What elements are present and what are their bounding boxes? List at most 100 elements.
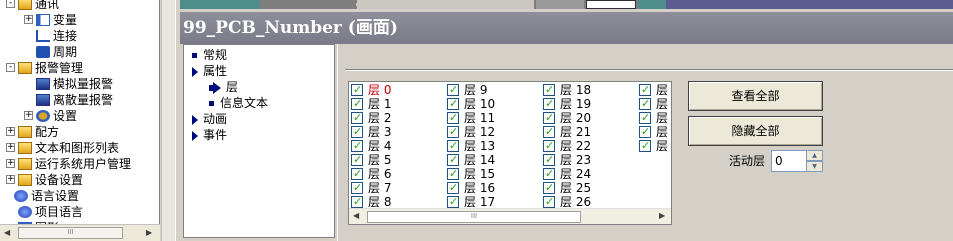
tree-item-label: 语言设置 bbox=[31, 189, 80, 203]
active-layer-label: 活动层 bbox=[729, 154, 766, 168]
layer-visible-checkbox[interactable] bbox=[543, 97, 555, 111]
tree-item-label: 模拟量报警 bbox=[53, 77, 114, 91]
layer-label: 层 7 bbox=[368, 181, 392, 195]
tree-item[interactable]: - 通讯 bbox=[6, 0, 59, 12]
tree-item[interactable]: + 设置 bbox=[24, 108, 77, 124]
nav-item[interactable]: 属性 bbox=[192, 63, 227, 79]
layer-visible-checkbox[interactable] bbox=[351, 97, 363, 111]
layer-visible-checkbox[interactable] bbox=[351, 111, 363, 125]
tree-item-label: 报警管理 bbox=[35, 61, 84, 75]
expand-icon[interactable]: + bbox=[24, 111, 33, 120]
layer-label: 层 14 bbox=[464, 153, 496, 167]
collapse-icon[interactable]: - bbox=[6, 0, 15, 8]
expand-icon[interactable]: + bbox=[24, 15, 33, 24]
layer-label: 层 5 bbox=[368, 153, 392, 167]
layer-visible-checkbox[interactable] bbox=[447, 139, 459, 153]
tree-item[interactable]: 周期 bbox=[36, 44, 77, 60]
layer-label: 层 6 bbox=[368, 167, 392, 181]
tags-icon bbox=[36, 14, 50, 26]
layer-visible-checkbox[interactable] bbox=[639, 125, 651, 139]
tree-item[interactable]: 项目语言 bbox=[18, 204, 83, 220]
layer-visible-checkbox[interactable] bbox=[543, 139, 555, 153]
layer-visible-checkbox[interactable] bbox=[447, 83, 459, 97]
strip-segment-selected[interactable] bbox=[586, 0, 636, 9]
layer-visible-checkbox[interactable] bbox=[351, 83, 363, 97]
scroll-thumb[interactable]: III bbox=[367, 211, 581, 223]
active-layer-input[interactable]: 0 bbox=[771, 150, 807, 172]
nav-item[interactable]: 事件 bbox=[192, 127, 227, 143]
layer-visible-checkbox[interactable] bbox=[447, 111, 459, 125]
scroll-thumb[interactable]: III bbox=[18, 227, 123, 239]
layer-visible-checkbox[interactable] bbox=[639, 97, 651, 111]
tree-item[interactable]: + 设备设置 bbox=[6, 172, 83, 188]
tree-item[interactable]: + 运行系统用户管理 bbox=[6, 156, 131, 172]
nav-item[interactable]: 常规 bbox=[192, 47, 227, 63]
tree-item[interactable]: + 变量 bbox=[24, 12, 77, 28]
layer-visible-checkbox[interactable] bbox=[351, 167, 363, 181]
strip-segment bbox=[638, 0, 666, 9]
language-icon bbox=[14, 190, 28, 202]
spin-down-icon[interactable]: ▼ bbox=[806, 161, 823, 172]
scroll-left-icon[interactable]: ◀ bbox=[4, 228, 10, 237]
layer-list-horizontal-scrollbar[interactable]: ◀ III ▶ bbox=[349, 208, 671, 224]
layer-visible-checkbox[interactable] bbox=[639, 111, 651, 125]
layer-label: 层 20 bbox=[560, 111, 592, 125]
tree-item[interactable]: + 文本和图形列表 bbox=[6, 140, 119, 156]
hide-all-button[interactable]: 隐藏全部 bbox=[688, 116, 823, 146]
layer-label: 层 22 bbox=[560, 139, 592, 153]
tree-vertical-scrollbar[interactable] bbox=[161, 0, 175, 241]
expand-icon[interactable]: + bbox=[6, 143, 15, 152]
layer-visible-checkbox[interactable] bbox=[351, 153, 363, 167]
bullet-icon bbox=[209, 101, 214, 106]
layer-visible-checkbox[interactable] bbox=[447, 97, 459, 111]
pane-splitter[interactable] bbox=[175, 0, 179, 241]
layer-visible-checkbox[interactable] bbox=[639, 139, 651, 153]
layer-visible-checkbox[interactable] bbox=[543, 167, 555, 181]
layer-visible-checkbox[interactable] bbox=[351, 195, 363, 209]
tree-horizontal-scrollbar[interactable]: ◀ III ▶ bbox=[0, 224, 160, 241]
tree-item[interactable]: 语言设置 bbox=[14, 188, 79, 204]
tree-item[interactable]: 离散量报警 bbox=[36, 92, 113, 108]
tree-item-label: 周期 bbox=[53, 45, 78, 59]
tree-item[interactable]: 模拟量报警 bbox=[36, 76, 113, 92]
expand-icon[interactable]: + bbox=[6, 127, 15, 136]
nav-item[interactable]: 动画 bbox=[192, 111, 227, 127]
tree-item[interactable]: 连接 bbox=[36, 28, 77, 44]
layer-label: 层 24 bbox=[560, 167, 592, 181]
layer-visible-checkbox[interactable] bbox=[543, 111, 555, 125]
layer-label: 层 3 bbox=[368, 125, 392, 139]
layer-visible-checkbox[interactable] bbox=[543, 83, 555, 97]
spin-up-icon[interactable]: ▲ bbox=[806, 150, 823, 161]
nav-item-label: 属性 bbox=[203, 64, 228, 78]
scroll-right-icon[interactable]: ▶ bbox=[659, 211, 665, 220]
layer-visible-checkbox[interactable] bbox=[351, 181, 363, 195]
tree-item-label: 配方 bbox=[35, 125, 60, 139]
tree-item[interactable]: + 配方 bbox=[6, 124, 60, 140]
layer-visible-checkbox[interactable] bbox=[351, 139, 363, 153]
expand-icon[interactable]: + bbox=[6, 175, 15, 184]
show-all-button[interactable]: 查看全部 bbox=[688, 81, 823, 111]
layer-visible-checkbox[interactable] bbox=[351, 125, 363, 139]
folder-icon bbox=[18, 62, 32, 74]
layer-visible-checkbox[interactable] bbox=[447, 195, 459, 209]
layer-visible-checkbox[interactable] bbox=[447, 181, 459, 195]
scroll-left-icon[interactable]: ◀ bbox=[353, 211, 359, 220]
layer-label: 层 4 bbox=[368, 139, 392, 153]
layer-visible-checkbox[interactable] bbox=[543, 125, 555, 139]
collapse-icon[interactable]: - bbox=[6, 63, 15, 72]
tree-item[interactable]: - 报警管理 bbox=[6, 60, 84, 76]
active-layer-spinner[interactable]: ▲ ▼ bbox=[806, 150, 823, 172]
layer-label: 层 bbox=[656, 111, 669, 125]
layer-visible-checkbox[interactable] bbox=[543, 153, 555, 167]
layer-visible-checkbox[interactable] bbox=[639, 83, 651, 97]
layer-label: 层 21 bbox=[560, 125, 592, 139]
nav-item[interactable]: 层 bbox=[209, 79, 238, 95]
layer-visible-checkbox[interactable] bbox=[447, 153, 459, 167]
layer-visible-checkbox[interactable] bbox=[447, 167, 459, 181]
layer-visible-checkbox[interactable] bbox=[543, 195, 555, 209]
layer-visible-checkbox[interactable] bbox=[447, 125, 459, 139]
layer-visible-checkbox[interactable] bbox=[543, 181, 555, 195]
expand-icon[interactable]: + bbox=[6, 159, 15, 168]
scroll-right-icon[interactable]: ▶ bbox=[146, 228, 152, 237]
nav-item[interactable]: 信息文本 bbox=[209, 95, 268, 111]
